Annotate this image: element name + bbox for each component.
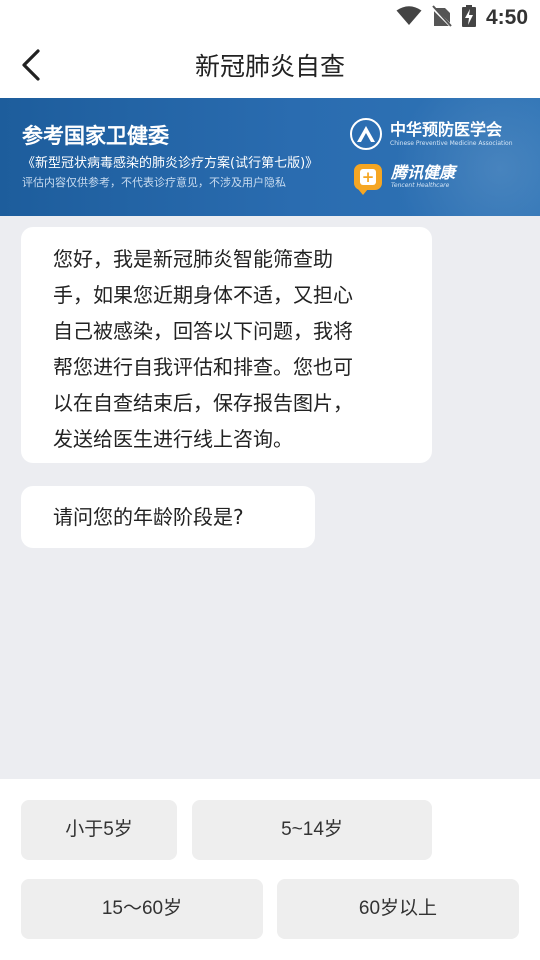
page-title: 新冠肺炎自查 <box>194 52 345 81</box>
age-question-message: 请问您的年龄阶段是? <box>21 486 315 548</box>
battery-charging-icon <box>461 5 476 31</box>
message-line: 手，如果您近期身体不适，又担心 <box>53 283 353 307</box>
option-5-14[interactable]: 5~14岁 <box>192 800 432 860</box>
nav-bar: 新冠肺炎自查 <box>0 36 540 98</box>
option-over-60[interactable]: 60岁以上 <box>277 879 519 939</box>
status-bar: 4:50 <box>0 0 540 36</box>
back-button[interactable] <box>8 44 54 90</box>
status-time: 4:50 <box>485 6 528 29</box>
tencent-health-english: Tencent Healthcare <box>391 182 450 189</box>
cpma-emblem-icon <box>350 118 382 150</box>
banner-subtitle: 《新型冠状病毒感染的肺炎诊疗方案(试行第七版)》 <box>22 156 319 171</box>
answer-options-panel: 小于5岁 5~14岁 15～60岁 60岁以上 <box>0 779 540 960</box>
tencent-health-logo: + 腾讯健康 Tencent Healthcare <box>354 163 456 195</box>
greeting-message: 您好，我是新冠肺炎智能筛查助 手，如果您近期身体不适，又担心 自己被感染，回答以… <box>21 227 432 463</box>
cpma-english-name: Chinese Preventive Medicine Association <box>390 139 513 147</box>
cpma-logo: 中华预防医学会 Chinese Preventive Medicine Asso… <box>350 118 513 150</box>
message-line: 您好，我是新冠肺炎智能筛查助 <box>53 247 333 271</box>
status-icons: 4:50 <box>396 5 528 31</box>
chevron-left-icon <box>19 48 43 86</box>
message-line: 以在自查结束后，保存报告图片， <box>53 391 353 415</box>
message-line: 发送给医生进行线上咨询。 <box>53 427 293 451</box>
cpma-name: 中华预防医学会 <box>390 119 503 139</box>
info-banner: 参考国家卫健委 《新型冠状病毒感染的肺炎诊疗方案(试行第七版)》 评估内容仅供参… <box>0 98 540 216</box>
message-line: 帮您进行自我评估和排查。您也可 <box>53 355 353 379</box>
banner-disclaimer: 评估内容仅供参考，不代表诊疗意见，不涉及用户隐私 <box>22 176 286 189</box>
no-sim-icon <box>430 5 454 31</box>
wifi-icon <box>396 6 422 30</box>
message-line: 自己被感染，回答以下问题，我将 <box>53 319 353 343</box>
tencent-health-name: 腾讯健康 <box>391 163 456 182</box>
option-under-5[interactable]: 小于5岁 <box>21 800 177 860</box>
banner-title: 参考国家卫健委 <box>22 124 169 148</box>
option-15-60[interactable]: 15～60岁 <box>21 879 263 939</box>
medical-cross-icon: + <box>354 164 382 195</box>
banner-decoration <box>340 98 540 216</box>
